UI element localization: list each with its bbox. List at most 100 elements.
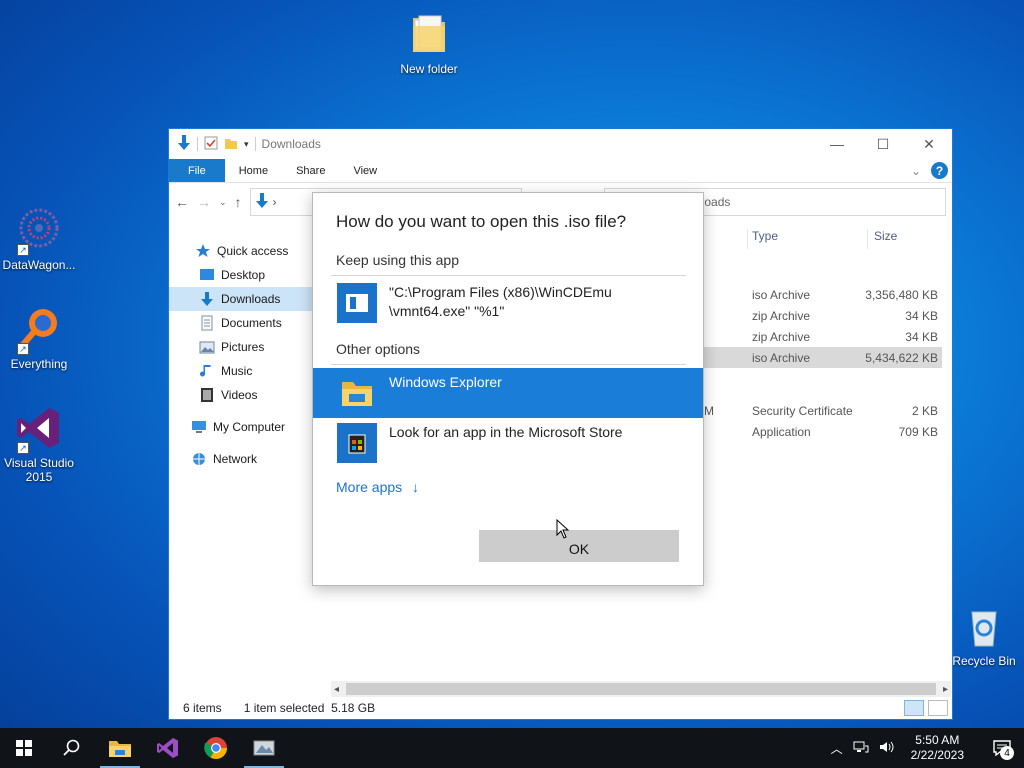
desktop-icon-new-folder[interactable]: New folder	[389, 10, 469, 76]
more-apps-label: More apps	[336, 479, 403, 495]
sidebar-item-my-computer[interactable]: My Computer	[169, 415, 313, 439]
volume-icon[interactable]	[879, 740, 895, 757]
option-windows-explorer[interactable]: Windows Explorer	[313, 368, 703, 418]
sidebar-item-videos[interactable]: Videos	[169, 383, 313, 407]
sidebar-item-pictures[interactable]: Pictures	[169, 335, 313, 359]
sidebar-item-network[interactable]: Network	[169, 447, 313, 471]
more-apps-link[interactable]: More apps ↓	[336, 479, 419, 495]
table-row[interactable]: Application 709 KB	[704, 421, 942, 442]
sidebar-item-label: Videos	[221, 388, 258, 402]
close-button[interactable]: ✕	[906, 129, 952, 159]
sidebar-item-quick-access[interactable]: Quick access	[169, 239, 313, 263]
forward-icon[interactable]: →	[197, 194, 211, 210]
sidebar-item-music[interactable]: Music	[169, 359, 313, 383]
table-row[interactable]: zip Archive 34 KB	[704, 305, 942, 326]
ok-button[interactable]: OK	[479, 530, 679, 562]
sidebar-item-desktop[interactable]: Desktop	[169, 263, 313, 287]
sidebar-item-documents[interactable]: Documents	[169, 311, 313, 335]
taskbar-visual-studio[interactable]	[144, 728, 192, 768]
up-icon[interactable]: ↑	[235, 194, 242, 210]
download-arrow-icon	[177, 134, 191, 154]
taskbar: ︿ 5:50 AM 2/22/2023 4	[0, 728, 1024, 768]
desktop-icon-label: Everything	[10, 357, 68, 371]
file-size: 5,434,622 KB	[865, 350, 938, 365]
download-icon	[199, 291, 215, 307]
chrome-icon	[204, 737, 227, 759]
notification-count: 4	[1000, 746, 1014, 760]
file-type: Security Certificate	[752, 403, 853, 418]
tab-home[interactable]: Home	[225, 159, 282, 182]
back-icon[interactable]: ←	[175, 194, 189, 210]
ribbon-tabs: File Home Share View ⌄ ?	[169, 159, 952, 183]
music-icon	[199, 363, 215, 379]
search-icon	[63, 739, 80, 756]
new-folder-icon[interactable]	[224, 136, 238, 153]
download-arrow-icon	[255, 192, 269, 212]
system-tray: ︿ 5:50 AM 2/22/2023 4	[831, 728, 1024, 768]
details-view-icon[interactable]	[904, 700, 924, 716]
desktop-icon-datawagon[interactable]: ↗ DataWagon...	[0, 206, 79, 272]
current-app-option[interactable]: "C:\Program Files (x86)\WinCDEmu \vmnt64…	[313, 283, 703, 323]
large-icons-view-icon[interactable]	[928, 700, 948, 716]
desktop-icon-everything[interactable]: ↗ Everything	[0, 305, 79, 371]
tab-view[interactable]: View	[339, 159, 391, 182]
search-button[interactable]	[48, 728, 96, 768]
expand-ribbon-icon[interactable]: ⌄	[911, 164, 921, 178]
sidebar-item-label: Pictures	[221, 340, 265, 354]
horizontal-scrollbar[interactable]: ◂ ▸	[331, 681, 951, 697]
clock-time: 5:50 AM	[915, 733, 960, 747]
wincdemu-icon	[253, 740, 275, 756]
selected-size: 5.18 GB	[331, 701, 376, 715]
file-explorer-icon	[109, 741, 131, 757]
window-title: Downloads	[261, 137, 321, 151]
microsoft-store-icon	[337, 423, 377, 463]
sidebar-item-downloads[interactable]: Downloads	[169, 287, 313, 311]
action-center-button[interactable]: 4	[980, 728, 1024, 768]
navigation-pane: Quick access Desktop Downloads Documents…	[169, 239, 313, 471]
chevron-down-icon[interactable]: ▾	[244, 139, 249, 150]
chevron-up-icon[interactable]: ︿	[831, 740, 843, 757]
current-app-path-line1: "C:\Program Files (x86)\WinCDEmu	[389, 284, 612, 300]
taskbar-wincdemu[interactable]	[240, 728, 288, 768]
maximize-button[interactable]: ☐	[860, 129, 906, 159]
table-row[interactable]: iso Archive 3,356,480 KB	[704, 284, 942, 305]
table-row[interactable]: M Security Certificate 2 KB	[704, 400, 942, 421]
scroll-right-icon[interactable]: ▸	[943, 684, 948, 695]
help-icon[interactable]: ?	[931, 162, 948, 179]
visual-studio-icon: ↗	[15, 404, 63, 454]
file-size: 3,356,480 KB	[865, 287, 938, 302]
visual-studio-icon	[157, 738, 178, 758]
tab-file[interactable]: File	[169, 159, 225, 182]
current-app-path-line2: \vmnt64.exe" "%1"	[389, 303, 505, 319]
recent-locations-icon[interactable]: ⌄	[219, 197, 227, 208]
shortcut-arrow-icon: ↗	[17, 343, 29, 355]
clock-date: 2/22/2023	[910, 748, 964, 762]
clock[interactable]: 5:50 AM 2/22/2023	[905, 733, 970, 763]
network-status-icon[interactable]	[853, 740, 869, 757]
item-count: 6 items	[183, 701, 222, 715]
file-size: 34 KB	[905, 308, 938, 323]
table-row-selected[interactable]: iso Archive 5,434,622 KB	[704, 347, 942, 368]
table-row[interactable]: zip Archive 34 KB	[704, 326, 942, 347]
scroll-left-icon[interactable]: ◂	[334, 684, 339, 695]
title-bar[interactable]: ▾ Downloads — ☐ ✕	[169, 129, 952, 159]
minimize-button[interactable]: —	[814, 129, 860, 159]
column-header-type[interactable]: Type	[747, 229, 867, 249]
file-size: 34 KB	[905, 329, 938, 344]
desktop-icon-recycle-bin[interactable]: Recycle Bin	[944, 602, 1024, 668]
dialog-title: How do you want to open this .iso file?	[336, 212, 627, 231]
start-button[interactable]	[0, 728, 48, 768]
selection-info: 1 item selected 5.18 GB	[244, 701, 375, 715]
desktop-icon-label: Recycle Bin	[952, 654, 1016, 668]
everything-search-icon: ↗	[15, 305, 63, 355]
taskbar-chrome[interactable]	[192, 728, 240, 768]
tab-share[interactable]: Share	[282, 159, 339, 182]
breadcrumb-chevron-icon[interactable]: ›	[273, 195, 277, 209]
open-with-dialog[interactable]: How do you want to open this .iso file? …	[312, 192, 704, 586]
taskbar-file-explorer[interactable]	[96, 728, 144, 768]
scrollbar-thumb[interactable]	[346, 683, 936, 695]
desktop-icon-visual-studio[interactable]: ↗ Visual Studio 2015	[0, 404, 79, 484]
option-microsoft-store[interactable]: Look for an app in the Microsoft Store	[313, 423, 703, 463]
properties-icon[interactable]	[204, 136, 218, 153]
column-header-size[interactable]: Size	[867, 229, 947, 249]
